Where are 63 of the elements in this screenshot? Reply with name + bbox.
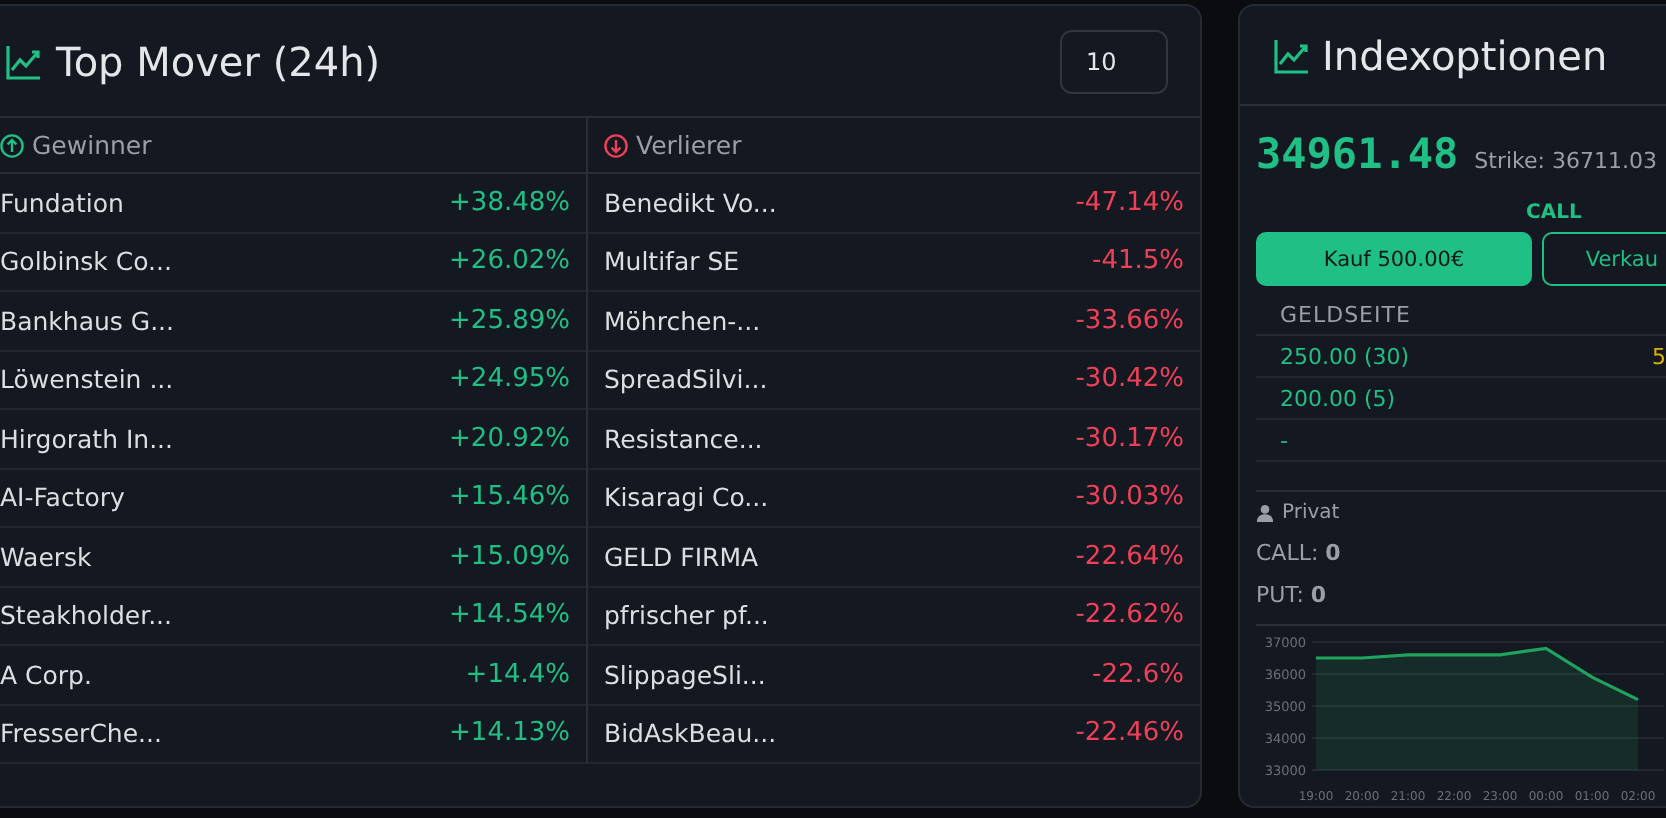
company-name: Multifar SE bbox=[604, 246, 740, 277]
index-price: 34961.48 bbox=[1256, 130, 1459, 178]
company-name: Fundation bbox=[0, 187, 124, 218]
call-count: CALL: 0 bbox=[1254, 538, 1343, 566]
count-field[interactable]: 10 bbox=[1060, 29, 1168, 93]
percent-change: +25.89% bbox=[449, 305, 570, 336]
company-name: FresserChe... bbox=[0, 718, 162, 749]
percent-change: -30.42% bbox=[1075, 364, 1184, 395]
company-name: Benedikt Vo... bbox=[604, 187, 777, 218]
chart-line-icon bbox=[1272, 35, 1312, 75]
percent-change: +14.54% bbox=[449, 600, 570, 631]
chart-line-icon bbox=[4, 41, 44, 81]
percent-change: -41.5% bbox=[1092, 246, 1184, 277]
company-name: Waersk bbox=[0, 541, 92, 572]
percent-change: -22.64% bbox=[1075, 541, 1184, 572]
company-name: Kisaragi Co... bbox=[604, 482, 769, 513]
percent-change: +26.02% bbox=[449, 246, 570, 277]
company-name: Löwenstein ... bbox=[0, 364, 174, 395]
panel-title: Top Mover (24h) bbox=[56, 37, 381, 85]
company-name: AI-Factory bbox=[0, 482, 125, 513]
option-side-label: CALL bbox=[1526, 202, 1582, 224]
company-name: Resistance... bbox=[604, 423, 763, 454]
company-name: Möhrchen-... bbox=[604, 305, 761, 336]
arrow-up-circle-icon bbox=[0, 133, 24, 157]
order-book-header: GELDSEITE bbox=[1256, 302, 1666, 336]
company-name: Bankhaus G... bbox=[0, 305, 174, 336]
percent-change: -22.46% bbox=[1075, 718, 1184, 749]
percent-change: +14.13% bbox=[449, 718, 570, 749]
company-name: BidAskBeau... bbox=[604, 718, 777, 749]
company-name: SpreadSilvi... bbox=[604, 364, 768, 395]
buy-button[interactable]: Kauf 500.00€ bbox=[1256, 232, 1532, 286]
percent-change: -33.66% bbox=[1075, 305, 1184, 336]
percent-change: -30.03% bbox=[1075, 482, 1184, 513]
column-header: Gewinner bbox=[32, 130, 152, 160]
percent-change: +14.4% bbox=[465, 659, 570, 690]
bid-value: 250.00 (30) bbox=[1280, 343, 1410, 369]
company-name: Hirgorath In... bbox=[0, 423, 173, 454]
company-name: Golbinsk Co... bbox=[0, 246, 172, 277]
panel-title: Indexoptionen bbox=[1322, 31, 1608, 79]
percent-change: +15.46% bbox=[449, 482, 570, 513]
percent-change: -22.6% bbox=[1092, 659, 1184, 690]
percent-change: +20.92% bbox=[449, 423, 570, 454]
put-count: PUT: 0 bbox=[1254, 580, 1329, 608]
company-name: GELD FIRMA bbox=[604, 541, 759, 572]
percent-change: -30.17% bbox=[1075, 423, 1184, 454]
column-header: Verlierer bbox=[636, 130, 742, 160]
bid-value: - bbox=[1280, 427, 1288, 453]
ask-value: 5 bbox=[1652, 343, 1666, 369]
bid-value: 200.00 (5) bbox=[1280, 385, 1396, 411]
company-name: SlippageSli... bbox=[604, 659, 766, 690]
strike-price: Strike: 36711.03 bbox=[1474, 148, 1657, 174]
percent-change: +38.48% bbox=[449, 187, 570, 218]
percent-change: +24.95% bbox=[449, 364, 570, 395]
company-name: pfrischer pf... bbox=[604, 600, 769, 631]
percent-change: -22.62% bbox=[1075, 600, 1184, 631]
account-label: Privat bbox=[1282, 502, 1340, 524]
percent-change: +15.09% bbox=[449, 541, 570, 572]
user-icon bbox=[1256, 504, 1274, 522]
sell-button[interactable]: Verkau bbox=[1542, 232, 1666, 286]
company-name: A Corp. bbox=[0, 659, 92, 690]
company-name: Steakholder... bbox=[0, 600, 173, 631]
percent-change: -47.14% bbox=[1075, 187, 1184, 218]
arrow-down-circle-icon bbox=[604, 133, 628, 157]
